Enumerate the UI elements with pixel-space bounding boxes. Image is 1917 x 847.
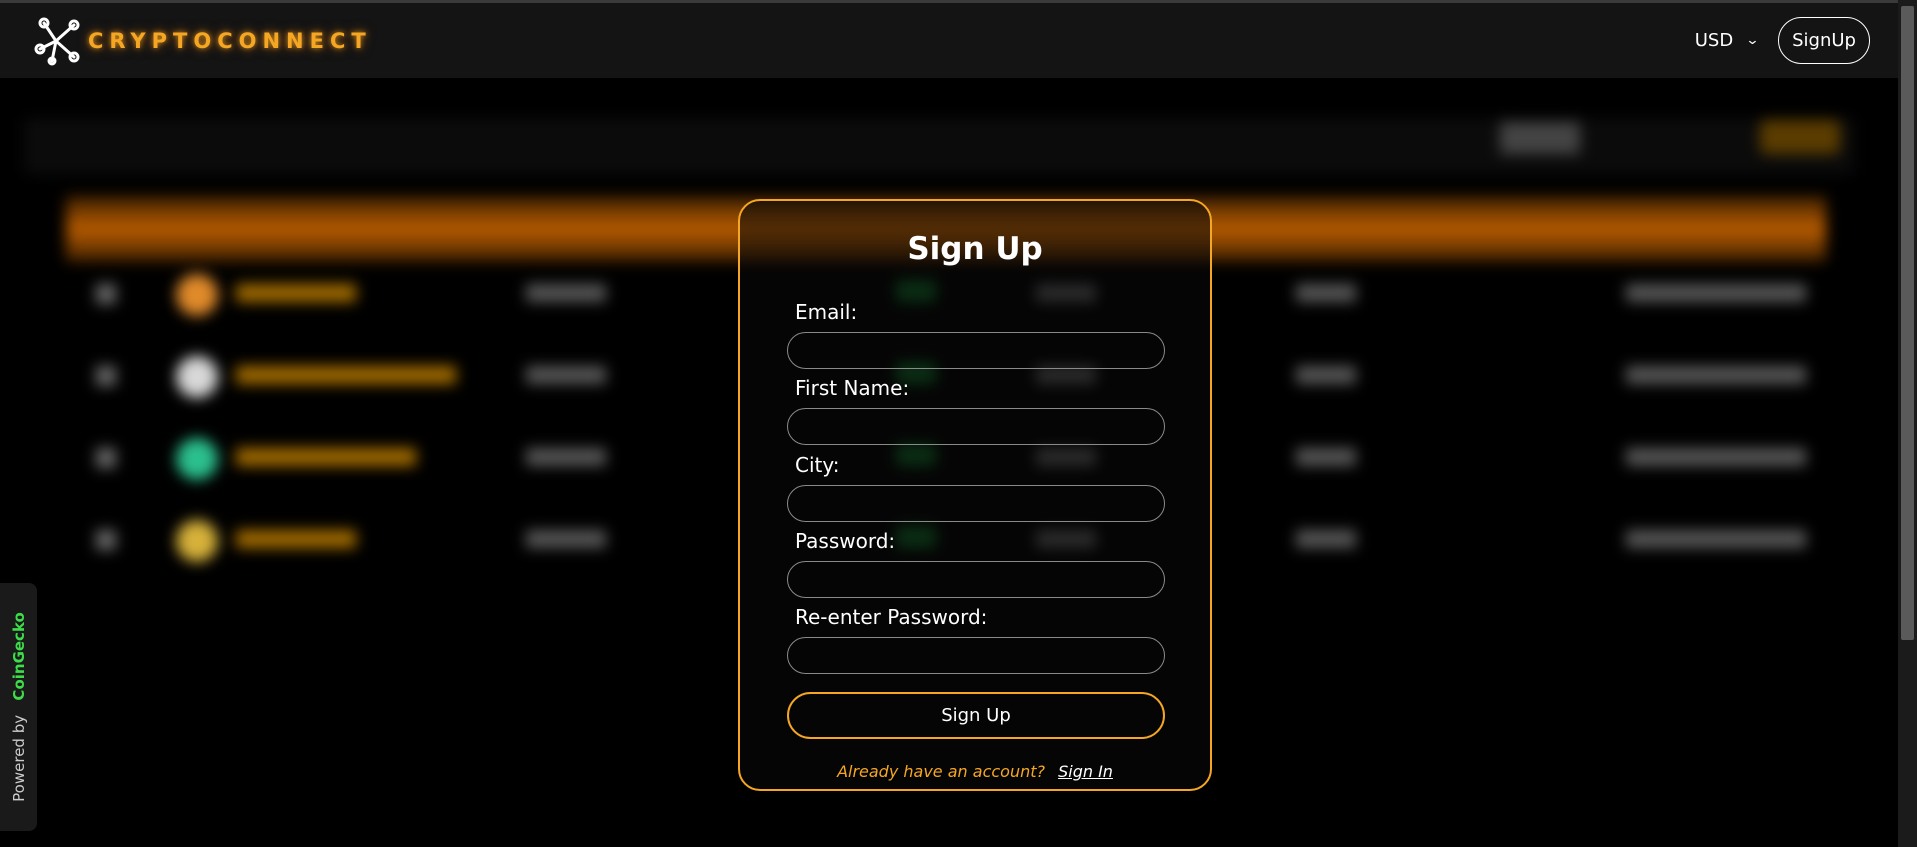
first-name-field[interactable] xyxy=(787,408,1165,445)
reenter-password-field[interactable] xyxy=(787,637,1165,674)
powered-by-provider: CoinGecko xyxy=(9,612,28,701)
top-navbar: CRYPTOCONNECT USD ⌄ SignUp xyxy=(0,0,1898,78)
brand-name: CRYPTOCONNECT xyxy=(88,28,372,53)
bg-search xyxy=(1500,122,1580,154)
password-field[interactable] xyxy=(787,561,1165,598)
currency-value: USD xyxy=(1694,30,1734,51)
network-icon xyxy=(34,17,80,65)
bg-title-bar xyxy=(24,118,1854,174)
signin-prompt: Already have an account? xyxy=(837,762,1045,781)
scrollbar-thumb[interactable] xyxy=(1901,6,1914,640)
email-label: Email: xyxy=(795,300,858,324)
nav-right: USD ⌄ SignUp xyxy=(1695,17,1870,64)
city-label: City: xyxy=(795,453,840,477)
signup-submit-button[interactable]: Sign Up xyxy=(787,692,1165,739)
bg-button xyxy=(1760,120,1840,154)
signin-prompt-line: Already have an account? Sign In xyxy=(740,762,1210,781)
signin-link[interactable]: Sign In xyxy=(1058,762,1113,781)
password-label: Password: xyxy=(795,529,896,553)
currency-select[interactable]: USD ⌄ xyxy=(1694,30,1760,51)
signup-modal: Sign Up Email: First Name: City: Passwor… xyxy=(738,199,1212,791)
powered-by-prefix: Powered by xyxy=(9,714,28,802)
email-field[interactable] xyxy=(787,332,1165,369)
page-scrollbar[interactable] xyxy=(1898,0,1917,847)
powered-by-tab[interactable]: Powered by CoinGecko xyxy=(0,583,37,831)
first-name-label: First Name: xyxy=(795,376,910,400)
brand-logo[interactable]: CRYPTOCONNECT xyxy=(34,15,372,67)
nav-signup-button[interactable]: SignUp xyxy=(1778,17,1870,64)
chevron-down-icon: ⌄ xyxy=(1745,33,1760,48)
powered-by-text: Powered by CoinGecko xyxy=(10,612,28,802)
modal-title: Sign Up xyxy=(907,231,1043,267)
reenter-password-label: Re-enter Password: xyxy=(795,605,988,629)
city-field[interactable] xyxy=(787,485,1165,522)
